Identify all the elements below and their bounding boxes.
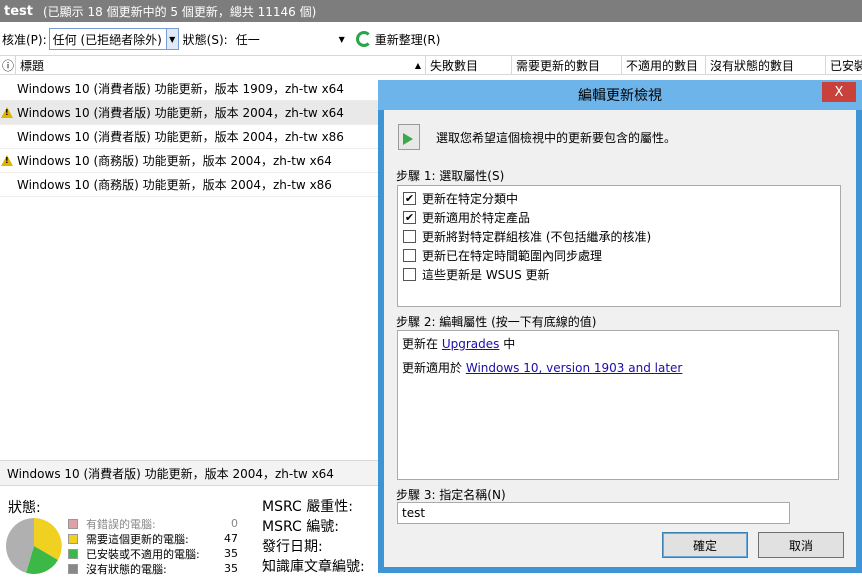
row-title: Windows 10 (消費者版) 功能更新，版本 2004，zh-tw x64 — [17, 106, 344, 120]
checkbox-classification[interactable]: ✔ 更新在特定分類中 — [398, 189, 840, 208]
checkbox-product[interactable]: ✔ 更新適用於特定產品 — [398, 208, 840, 227]
column-header-needed[interactable]: 需要更新的數目 — [512, 56, 622, 74]
checkbox-checked-icon[interactable]: ✔ — [403, 211, 416, 224]
row-title: Windows 10 (消費者版) 功能更新，版本 2004，zh-tw x86 — [17, 130, 344, 144]
column-header-failed[interactable]: 失敗數目 — [426, 56, 512, 74]
dialog-title: 編輯更新檢視 — [378, 80, 862, 110]
updates-list: Windows 10 (消費者版) 功能更新，版本 1909，zh-tw x64… — [0, 77, 380, 197]
checkbox-group-approval[interactable]: 更新將對特定群組核准 (不包括繼承的核准) — [398, 227, 840, 246]
column-header-title[interactable]: 標題 ▲ — [16, 56, 426, 74]
legend-swatch — [68, 518, 78, 529]
info-icon: ⓘ — [0, 56, 16, 74]
ok-button[interactable]: 確定 — [662, 532, 748, 558]
intro-text: 選取您希望這個檢視中的更新要包含的屬性。 — [436, 130, 677, 145]
property-checkbox-list: ✔ 更新在特定分類中 ✔ 更新適用於特定產品 更新將對特定群組核准 (不包括繼承… — [397, 185, 841, 307]
filter-toolbar: 核准(P): 任何 (已拒絕者除外) ▼ 狀態(S): 任一 ▼ 重新整理(R) — [0, 27, 862, 51]
status-value: 任一 — [235, 32, 260, 47]
update-view-icon — [398, 124, 420, 150]
checkbox-wsus-updates[interactable]: 這些更新是 WSUS 更新 — [398, 265, 840, 284]
column-header-row: ⓘ 標題 ▲ 失敗數目 需要更新的數目 不適用的數目 沒有狀態的數目 已安裝 — [0, 55, 862, 75]
checkbox-sync-time[interactable]: 更新已在特定時間範圍內同步處理 — [398, 246, 840, 265]
property-line-product: 更新適用於 Windows 10, version 1903 and later — [402, 361, 683, 375]
chevron-down-icon[interactable]: ▼ — [334, 29, 349, 49]
sort-ascending-icon: ▲ — [414, 60, 421, 70]
legend-item-needed[interactable]: 需要這個更新的電腦: 47 — [68, 531, 238, 546]
chevron-down-icon[interactable]: ▼ — [165, 29, 178, 49]
status-heading: 狀態: — [8, 500, 41, 516]
step3-label: 步驟 3: 指定名稱(N) — [396, 488, 506, 502]
warning-icon — [1, 107, 13, 118]
update-count-summary: (已顯示 18 個更新中的 5 個更新，總共 11146 個) — [42, 4, 317, 19]
status-legend: 有錯誤的電腦: 0 需要這個更新的電腦: 47 已安裝或不適用的電腦: 35 沒… — [68, 516, 238, 576]
table-row[interactable]: Windows 10 (消費者版) 功能更新，版本 2004，zh-tw x86 — [0, 125, 380, 149]
property-line-classification: 更新在 Upgrades 中 — [402, 337, 516, 351]
warning-icon — [1, 155, 13, 166]
product-link[interactable]: Windows 10, version 1903 and later — [466, 361, 683, 375]
table-row[interactable]: Windows 10 (消費者版) 功能更新，版本 2004，zh-tw x64 — [0, 101, 380, 125]
column-header-no-status[interactable]: 沒有狀態的數目 — [706, 56, 826, 74]
refresh-icon — [355, 31, 372, 47]
window-titlebar: test (已顯示 18 個更新中的 5 個更新，總共 11146 個) — [0, 0, 862, 22]
checkbox-checked-icon[interactable]: ✔ — [403, 192, 416, 205]
checkbox-unchecked-icon[interactable] — [403, 268, 416, 281]
table-row[interactable]: Windows 10 (商務版) 功能更新，版本 2004，zh-tw x64 — [0, 149, 380, 173]
approval-label: 核准(P): — [2, 32, 47, 47]
legend-item-error: 有錯誤的電腦: 0 — [68, 516, 238, 531]
classification-link[interactable]: Upgrades — [442, 337, 500, 351]
msrc-number-label: MSRC 編號: — [262, 519, 339, 535]
legend-swatch — [68, 563, 78, 574]
edit-update-view-dialog: 編輯更新檢視 X 選取您希望這個檢視中的更新要包含的屬性。 步驟 1: 選取屬性… — [378, 80, 862, 573]
status-pie-chart — [6, 518, 62, 574]
legend-item-installed[interactable]: 已安裝或不適用的電腦: 35 — [68, 546, 238, 561]
legend-swatch — [68, 533, 78, 544]
step1-label: 步驟 1: 選取屬性(S) — [396, 169, 505, 183]
msrc-info: MSRC 嚴重性: MSRC 編號: 發行日期: 知識庫文章編號: — [262, 497, 365, 577]
detail-pane-title: Windows 10 (消費者版) 功能更新，版本 2004，zh-tw x64 — [0, 460, 380, 486]
status-filter-label: 狀態(S): — [182, 32, 228, 47]
column-header-installed[interactable]: 已安裝 — [826, 56, 862, 74]
checkbox-unchecked-icon[interactable] — [403, 249, 416, 262]
close-icon[interactable]: X — [822, 82, 856, 102]
status-dropdown[interactable]: 任一 ▼ — [231, 28, 350, 50]
column-header-not-applicable[interactable]: 不適用的數目 — [622, 56, 706, 74]
row-title: Windows 10 (商務版) 功能更新，版本 2004，zh-tw x86 — [17, 178, 332, 192]
release-date-label: 發行日期: — [262, 539, 323, 555]
checkbox-unchecked-icon[interactable] — [403, 230, 416, 243]
msrc-severity-label: MSRC 嚴重性: — [262, 499, 353, 515]
refresh-label: 重新整理(R) — [374, 32, 441, 47]
kb-article-label: 知識庫文章編號: — [262, 559, 365, 575]
property-editor: 更新在 Upgrades 中 更新適用於 Windows 10, version… — [397, 330, 839, 480]
legend-swatch — [68, 548, 78, 559]
dialog-intro: 選取您希望這個檢視中的更新要包含的屬性。 — [398, 124, 676, 150]
approval-value: 任何 (已拒絕者除外) — [52, 32, 162, 47]
row-title: Windows 10 (消費者版) 功能更新，版本 1909，zh-tw x64 — [17, 82, 344, 96]
approval-dropdown[interactable]: 任何 (已拒絕者除外) ▼ — [48, 28, 179, 50]
table-row[interactable]: Windows 10 (消費者版) 功能更新，版本 1909，zh-tw x64 — [0, 77, 380, 101]
view-name-input[interactable]: test — [397, 502, 790, 524]
table-row[interactable]: Windows 10 (商務版) 功能更新，版本 2004，zh-tw x86 — [0, 173, 380, 197]
legend-item-no-status[interactable]: 沒有狀態的電腦: 35 — [68, 561, 238, 576]
cancel-button[interactable]: 取消 — [758, 532, 844, 558]
view-title: test — [4, 3, 33, 19]
step2-label: 步驟 2: 編輯屬性 (按一下有底線的值) — [396, 315, 597, 329]
row-title: Windows 10 (商務版) 功能更新，版本 2004，zh-tw x64 — [17, 154, 332, 168]
dialog-body: 選取您希望這個檢視中的更新要包含的屬性。 步驟 1: 選取屬性(S) ✔ 更新在… — [384, 110, 856, 567]
refresh-button[interactable]: 重新整理(R) — [355, 31, 441, 48]
